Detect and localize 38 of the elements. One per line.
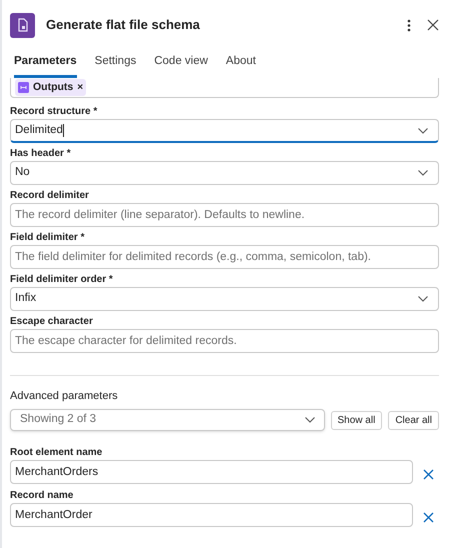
dropdown[interactable]: No [10, 161, 439, 185]
section-title: Advanced parameters [10, 389, 119, 403]
input-field[interactable]: MerchantOrder [10, 503, 413, 527]
panel-title: Generate flat file schema [46, 16, 201, 34]
chevron-icon [418, 128, 428, 134]
action-button[interactable]: Clear all [388, 410, 439, 430]
field-label: Record name [10, 489, 74, 503]
dropdown[interactable]: Infix [10, 287, 439, 311]
input-field[interactable]: MerchantOrders [10, 460, 413, 484]
app-icon [10, 12, 35, 38]
input-field[interactable]: The field delimiter for delimited records (e.g., comma, semicolon, tab). [10, 245, 439, 269]
input-field[interactable]: The record delimiter (line separator). Defaults to newline. [10, 203, 439, 227]
more-icon[interactable] [407, 18, 411, 32]
remove-token-button[interactable]: × [77, 80, 84, 95]
remove-icon[interactable] [423, 468, 434, 480]
token-label: Outputs [33, 80, 74, 95]
action-button[interactable]: Show all [330, 410, 382, 430]
advanced-dropdown[interactable]: Showing 2 of 3 [10, 409, 324, 431]
input-field[interactable]: The escape character for delimited records. [10, 329, 439, 353]
field-label: Field delimiter * [10, 231, 86, 245]
field-label: Field delimiter order * [10, 273, 114, 287]
remove-icon[interactable] [423, 512, 434, 522]
dropdown[interactable]: Delimited [10, 119, 439, 143]
token-chip[interactable]: Outputs × [15, 79, 86, 96]
field-label: Record structure * [10, 105, 98, 119]
token-field[interactable]: Outputs × [10, 78, 439, 98]
field-label: Record delimiter [10, 189, 90, 203]
chevron-icon [418, 170, 428, 176]
tab[interactable]: Code view [154, 52, 208, 78]
field-label: Has header * [10, 147, 72, 161]
token-icon [18, 82, 29, 93]
chevron-icon [418, 296, 428, 302]
chevron-icon [304, 417, 314, 423]
tab[interactable]: Settings [94, 52, 136, 78]
field-label: Root element name [10, 446, 104, 460]
close-icon[interactable] [427, 19, 439, 31]
tab[interactable]: About [226, 52, 256, 78]
field-label: Escape character [10, 315, 94, 329]
